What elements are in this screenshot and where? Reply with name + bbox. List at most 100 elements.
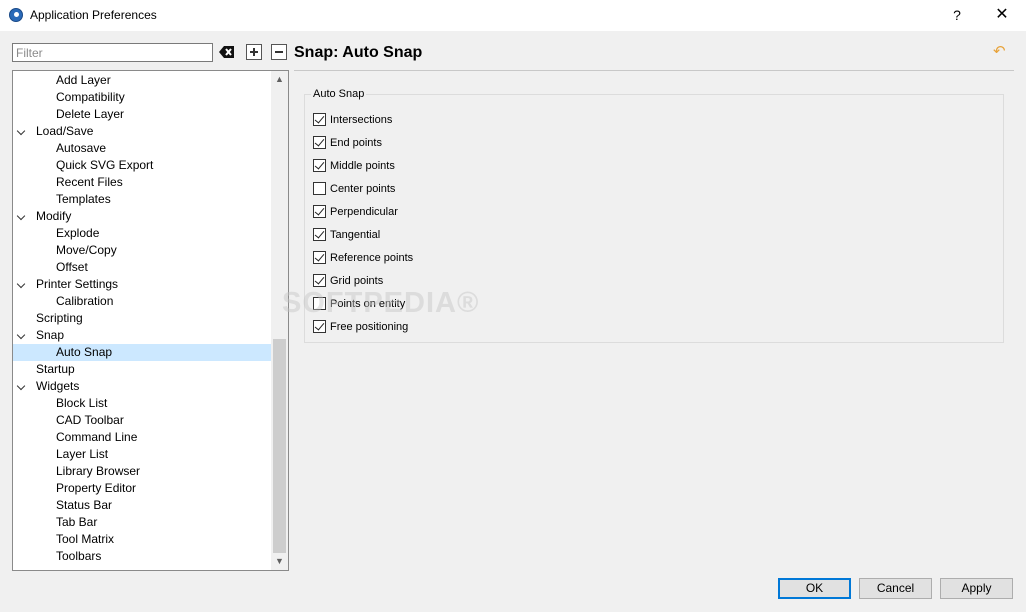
title-divider: [294, 70, 1014, 71]
tree-item-label: Modify: [36, 209, 72, 223]
preferences-tree[interactable]: Add Layer Compatibility Delete Layer Load/S…: [12, 70, 289, 571]
tree-item[interactable]: Widgets: [13, 378, 271, 395]
tree-item-label: Command Line: [56, 430, 138, 444]
tree-item-label: Offset: [56, 260, 88, 274]
checkbox-label: End points: [330, 137, 382, 149]
checkbox[interactable]: [313, 159, 326, 172]
tree-item[interactable]: Offset: [13, 259, 271, 276]
tree-item-label: Templates: [56, 192, 111, 206]
watermark: SOFTPEDIA®: [282, 287, 480, 319]
scroll-down-icon[interactable]: ▼: [271, 553, 288, 570]
tree-item[interactable]: Command Line: [13, 429, 271, 446]
tree-item[interactable]: Explode: [13, 225, 271, 242]
tree-item-label: Toolbars: [56, 549, 102, 563]
checkbox[interactable]: [313, 228, 326, 241]
tree-item-label: Add Layer: [56, 73, 111, 87]
cancel-button[interactable]: Cancel: [859, 578, 932, 599]
tree-item[interactable]: Block List: [13, 395, 271, 412]
chevron-down-icon[interactable]: [16, 126, 26, 136]
help-button[interactable]: ?: [945, 4, 969, 26]
scroll-up-icon[interactable]: ▲: [271, 71, 288, 88]
tree-item-label: Load/Save: [36, 124, 94, 138]
title-bar: Application Preferences ? ✕: [0, 0, 1026, 31]
tree-item-label: Status Bar: [56, 498, 113, 512]
tree-item-label: Auto Snap: [56, 345, 113, 359]
reset-icon[interactable]: ↶: [993, 44, 1007, 59]
tree-item-label: Layer List: [56, 447, 109, 461]
tree-item-label: CAD Toolbar: [56, 413, 124, 427]
tree-scrollbar[interactable]: ▲ ▼: [271, 71, 288, 570]
tree-item[interactable]: Tab Bar: [13, 514, 271, 531]
tree-item[interactable]: Modify: [13, 208, 271, 225]
tree-item[interactable]: Calibration: [13, 293, 271, 310]
tree-item[interactable]: Delete Layer: [13, 106, 271, 123]
tree-item-label: Printer Settings: [36, 277, 119, 291]
tree-item[interactable]: Startup: [13, 361, 271, 378]
tree-item[interactable]: Autosave: [13, 140, 271, 157]
tree-item-label: Block List: [56, 396, 108, 410]
page-title: Snap: Auto Snap: [294, 44, 423, 61]
tree-item[interactable]: Templates: [13, 191, 271, 208]
checkbox-label: Intersections: [330, 114, 393, 126]
tree-item[interactable]: Snap: [13, 327, 271, 344]
group-title: Auto Snap: [311, 88, 367, 100]
tree-item-label: Tab Bar: [56, 515, 98, 529]
chevron-down-icon[interactable]: [16, 381, 26, 391]
tree-item-label: Snap: [36, 328, 65, 342]
tree-item[interactable]: Toolbars: [13, 548, 271, 565]
checkbox-label: Free positioning: [330, 321, 409, 333]
chevron-down-icon[interactable]: [16, 279, 26, 289]
tree-item[interactable]: Layer List: [13, 446, 271, 463]
checkbox[interactable]: [313, 274, 326, 287]
tree-item-label: Compatibility: [56, 90, 125, 104]
checkbox-label: Tangential: [330, 229, 381, 241]
clear-filter-icon[interactable]: [219, 44, 235, 60]
scroll-thumb[interactable]: [273, 339, 286, 553]
checkbox[interactable]: [313, 182, 326, 195]
tree-item[interactable]: Library Browser: [13, 463, 271, 480]
checkbox[interactable]: [313, 136, 326, 149]
tree-item[interactable]: Recent Files: [13, 174, 271, 191]
apply-button[interactable]: Apply: [940, 578, 1013, 599]
collapse-all-icon[interactable]: [271, 44, 287, 60]
tree-item-label: Widgets: [36, 379, 80, 393]
tree-item-label: Explode: [56, 226, 100, 240]
checkbox-label: Middle points: [330, 160, 395, 172]
tree-item[interactable]: Quick SVG Export: [13, 157, 271, 174]
ok-button[interactable]: OK: [778, 578, 851, 599]
checkbox[interactable]: [313, 320, 326, 333]
app-icon: [9, 8, 23, 22]
checkbox-label: Center points: [330, 183, 396, 195]
tree-item-label: Property Editor: [56, 481, 137, 495]
tree-item[interactable]: Add Layer: [13, 72, 271, 89]
tree-item[interactable]: Tool Matrix: [13, 531, 271, 548]
filter-input[interactable]: [12, 43, 213, 62]
close-button[interactable]: ✕: [990, 4, 1014, 26]
chevron-down-icon[interactable]: [16, 211, 26, 221]
tree-item[interactable]: Status Bar: [13, 497, 271, 514]
window-title: Application Preferences: [30, 8, 157, 22]
tree-item-label: Move/Copy: [56, 243, 117, 257]
tree-item[interactable]: Load/Save: [13, 123, 271, 140]
tree-item-label: Tool Matrix: [56, 532, 115, 546]
tree-item[interactable]: Printer Settings: [13, 276, 271, 293]
tree-item-label: Delete Layer: [56, 107, 125, 121]
checkbox-label: Reference points: [330, 252, 414, 264]
tree-item-label: Autosave: [56, 141, 107, 155]
checkbox-label: Perpendicular: [330, 206, 398, 218]
tree-item-label: Quick SVG Export: [56, 158, 154, 172]
chevron-down-icon[interactable]: [16, 330, 26, 340]
tree-item[interactable]: Scripting: [13, 310, 271, 327]
checkbox[interactable]: [313, 205, 326, 218]
tree-item-label: Scripting: [36, 311, 83, 325]
tree-item-label: Startup: [36, 362, 75, 376]
tree-item[interactable]: Compatibility: [13, 89, 271, 106]
checkbox[interactable]: [313, 113, 326, 126]
tree-item[interactable]: Auto Snap: [13, 344, 271, 361]
checkbox[interactable]: [313, 251, 326, 264]
expand-all-icon[interactable]: [246, 44, 262, 60]
tree-item[interactable]: CAD Toolbar: [13, 412, 271, 429]
tree-item[interactable]: Property Editor: [13, 480, 271, 497]
tree-item[interactable]: Move/Copy: [13, 242, 271, 259]
tree-item-label: Recent Files: [56, 175, 123, 189]
